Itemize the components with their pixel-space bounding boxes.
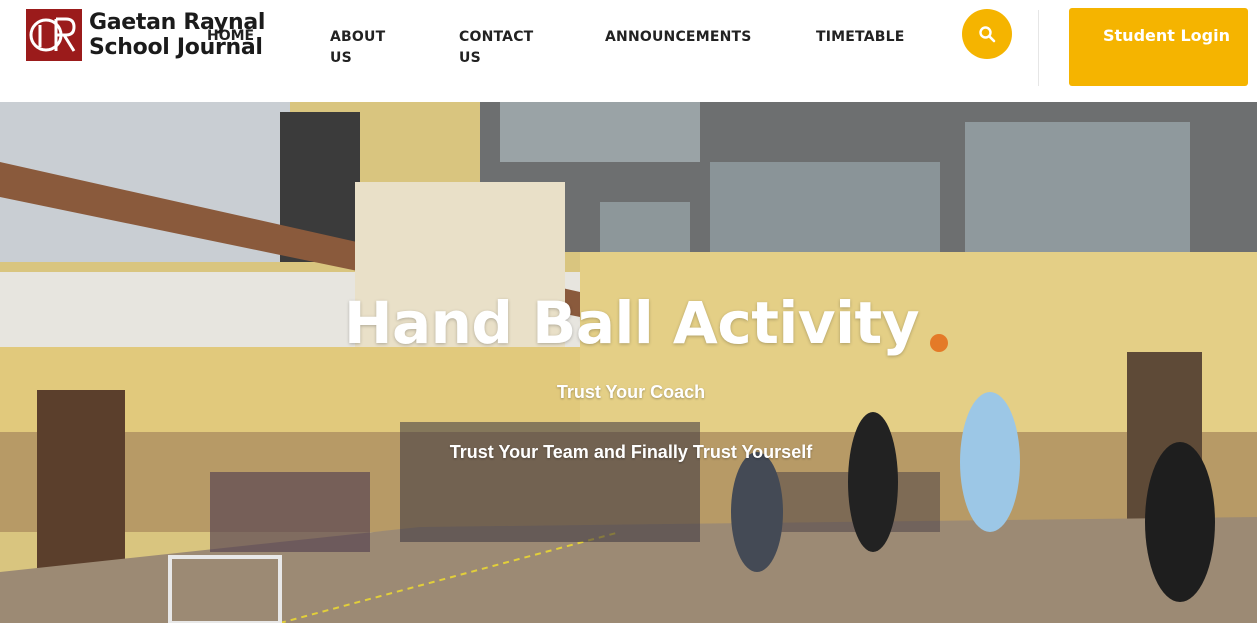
search-icon xyxy=(979,26,996,43)
nav-timetable[interactable]: TIMETABLE xyxy=(816,27,905,48)
nav-announcements[interactable]: ANNOUNCEMENTS xyxy=(605,27,752,48)
site-header: Gaetan Raynal School Journal HOME ABOUT … xyxy=(0,0,1257,102)
nav-about-us[interactable]: ABOUT US xyxy=(330,27,400,69)
hero-subtitle-1: Trust Your Coach xyxy=(556,382,706,402)
logo-icon[interactable] xyxy=(26,9,82,61)
header-divider xyxy=(1038,10,1039,86)
student-login-button[interactable]: Student Login xyxy=(1069,8,1248,86)
hero-subtitle-2: Trust Your Team and Finally Trust Yourse… xyxy=(449,442,813,462)
nav-home[interactable]: HOME xyxy=(207,28,254,44)
hero-background-image xyxy=(0,102,1257,623)
hero-banner: Hand Ball Activity Trust Your Coach Trus… xyxy=(0,102,1257,623)
nav-contact-us[interactable]: CONTACT US xyxy=(459,27,539,69)
search-button[interactable] xyxy=(962,9,1012,59)
hero-title: Hand Ball Activity xyxy=(343,289,920,357)
